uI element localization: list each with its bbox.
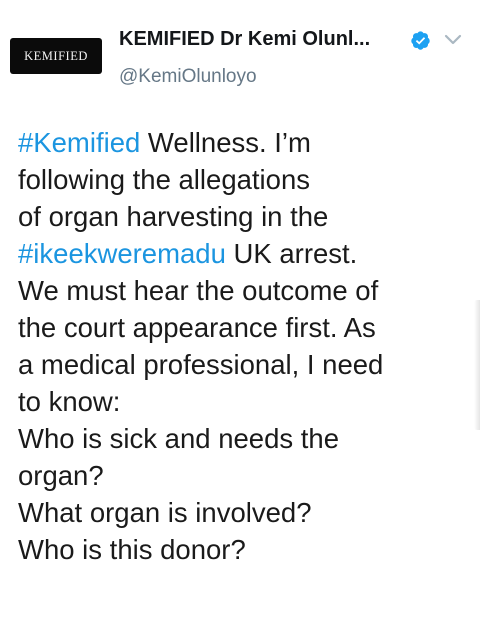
tweet-line-text: We must hear the outcome of [18, 275, 379, 306]
chevron-down-icon[interactable] [443, 32, 463, 48]
tweet-line-text: What organ is involved? [18, 497, 312, 528]
tweet-header: KEMIFIED KEMIFIED⁣ Dr Kemi Olunl... @Kem… [0, 0, 480, 110]
avatar-logo-text: KEMIFIED [24, 48, 88, 63]
tweet-text: #Kemified Wellness. I’m following the all… [18, 124, 468, 568]
tweet-line-text: to know: [18, 386, 121, 417]
avatar[interactable]: KEMIFIED [10, 38, 102, 74]
tweet-line-text: the court appearance first. As [18, 312, 376, 343]
tweet-line: What organ is involved? [18, 494, 468, 531]
tweet-line-text: following the allegations [18, 164, 310, 195]
scroll-edge-shadow [474, 300, 480, 430]
tweet-line: Who is sick and needs the [18, 420, 468, 457]
tweet-line: organ? [18, 457, 468, 494]
tweet-card: KEMIFIED KEMIFIED⁣ Dr Kemi Olunl... @Kem… [0, 0, 480, 635]
tweet-line-text: organ? [18, 460, 104, 491]
tweet-line: #Kemified Wellness. I’m [18, 124, 468, 161]
tweet-line-text: Who is sick and needs the [18, 423, 340, 454]
tweet-line-text: Who is this donor? [18, 534, 246, 565]
tweet-line: of organ harvesting in the [18, 198, 468, 235]
tweet-line-text: a medical professional, I need [18, 349, 384, 380]
hashtag-link[interactable]: #Kemified [18, 127, 140, 158]
author-display-name[interactable]: KEMIFIED⁣ Dr Kemi Olunl... [119, 28, 401, 51]
tweet-line-text: UK arrest. [225, 238, 358, 269]
tweet-line: a medical professional, I need [18, 346, 468, 383]
author-handle[interactable]: @KemiOlunloyo [119, 66, 257, 88]
tweet-line-text: Wellness. I’m [140, 127, 311, 158]
tweet-line: to know: [18, 383, 468, 420]
tweet-line: Who is this donor? [18, 531, 468, 568]
tweet-line: #ikeekweremadu UK arrest. [18, 235, 468, 272]
tweet-line: We must hear the outcome of [18, 272, 468, 309]
tweet-line: the court appearance first. As [18, 309, 468, 346]
tweet-line: following the allegations [18, 161, 468, 198]
tweet-line-text: of organ harvesting in the [18, 201, 329, 232]
hashtag-link[interactable]: #ikeekweremadu [18, 238, 226, 269]
verified-badge-icon [411, 31, 430, 50]
